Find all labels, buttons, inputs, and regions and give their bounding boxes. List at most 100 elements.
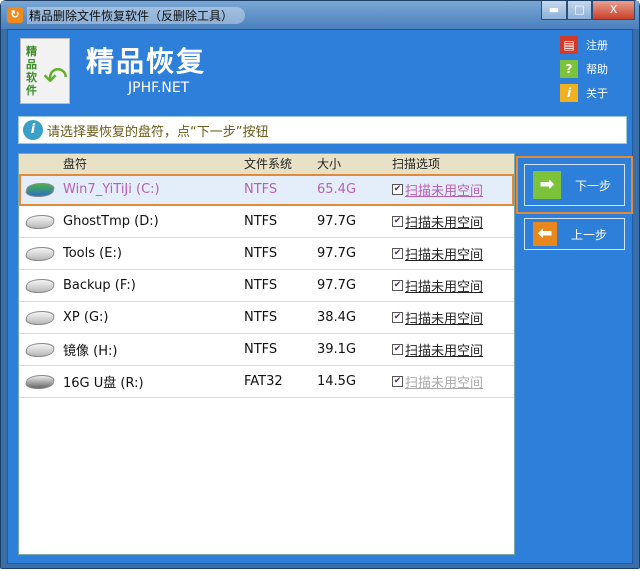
size-cell: 97.7G [317,246,357,261]
drive-icon [24,214,56,229]
prev-button[interactable]: ⬅ 上一步 [524,218,625,250]
filesystem-cell: NTFS [244,214,278,229]
arrow-left-icon: ⬅ [533,222,557,246]
scan-unused-space-link[interactable]: 扫描未用空间 [405,180,483,199]
scan-option-cell: ✔ 扫描未用空间 [392,244,514,263]
drive-cell: Tools (E:) [19,246,244,261]
filesystem-cell: NTFS [244,278,278,293]
scan-option-cell: ✔ 扫描未用空间 [392,276,514,295]
filesystem-cell: NTFS [244,246,278,261]
drive-cell: 镜像 (H:) [19,340,244,359]
drive-name: XP (G:) [63,310,109,325]
drive-name: Backup (F:) [63,278,136,293]
scan-option-cell: ✔ 扫描未用空间 [392,340,514,359]
window-title: 精品删除文件恢复软件（反删除工具） [27,7,246,24]
table-row[interactable]: Backup (F:) NTFS 97.7G ✔ 扫描未用空间 [19,270,514,302]
drive-name: GhostTmp (D:) [63,214,159,229]
size-cell: 14.5G [317,374,357,389]
scan-checkbox[interactable]: ✔ [392,280,403,291]
filesystem-cell: NTFS [244,310,278,325]
minimize-button[interactable]: ▬ [541,1,567,20]
table-row[interactable]: Tools (E:) NTFS 97.7G ✔ 扫描未用空间 [19,238,514,270]
scan-checkbox[interactable]: ✔ [392,216,403,227]
cart-icon: ▤ [560,36,578,54]
table-row[interactable]: 16G U盘 (R:) FAT32 14.5G ✔ 扫描未用空间 [19,366,514,398]
help-link[interactable]: ? 帮助 [560,60,608,78]
arrow-right-icon: ➡ [533,171,561,199]
drive-icon [24,182,56,197]
drive-name: 16G U盘 (R:) [63,376,144,391]
scan-option-cell: ✔ 扫描未用空间 [392,212,514,231]
scan-checkbox[interactable]: ✔ [392,312,403,323]
drive-icon [24,310,56,325]
size-cell: 65.4G [317,182,357,197]
maximize-button[interactable]: □ [567,1,592,20]
filesystem-cell: NTFS [244,182,278,197]
about-link[interactable]: i 关于 [560,84,608,102]
scan-unused-space-link[interactable]: 扫描未用空间 [405,372,483,391]
about-label: 关于 [586,87,608,100]
drive-table: 盘符 文件系统 大小 扫描选项 Win7_YiTiJi (C:) NTFS 65… [18,153,515,555]
instruction-bar: i 请选择要恢复的盘符，点“下一步”按钮 [18,116,627,144]
size-cell: 97.7G [317,278,357,293]
scan-checkbox[interactable]: ✔ [392,376,403,387]
prev-label: 上一步 [571,227,608,242]
drive-name: 镜像 (H:) [63,344,118,359]
scan-unused-space-link[interactable]: 扫描未用空间 [405,276,483,295]
table-header: 盘符 文件系统 大小 扫描选项 [19,154,514,174]
table-row[interactable]: 镜像 (H:) NTFS 39.1G ✔ 扫描未用空间 [19,334,514,366]
register-link[interactable]: ▤ 注册 [560,36,608,54]
scan-unused-space-link[interactable]: 扫描未用空间 [405,212,483,231]
filesystem-cell: NTFS [244,342,278,357]
drive-name: Win7_YiTiJi (C:) [63,182,160,197]
drive-icon [24,246,56,261]
drive-cell: Backup (F:) [19,278,244,293]
help-icon: ? [560,60,578,78]
table-row[interactable]: GhostTmp (D:) NTFS 97.7G ✔ 扫描未用空间 [19,206,514,238]
scan-unused-space-link[interactable]: 扫描未用空间 [405,340,483,359]
arrow-icon: ↶ [43,61,69,96]
app-name: 精品恢复 [86,45,207,78]
scan-checkbox[interactable]: ✔ [392,248,403,259]
instruction-text: 请选择要恢复的盘符，点“下一步”按钮 [47,124,269,140]
drive-cell: Win7_YiTiJi (C:) [19,182,244,197]
scan-option-cell: ✔ 扫描未用空间 [392,372,514,391]
scan-unused-space-link[interactable]: 扫描未用空间 [405,308,483,327]
size-cell: 38.4G [317,310,357,325]
drive-cell: GhostTmp (D:) [19,214,244,229]
drive-icon [24,342,56,357]
filesystem-cell: FAT32 [244,374,283,389]
main-panel: 精品软件 ↶ 精品恢复 JPHF.NET ▤ 注册 ? 帮助 i 关于 i 请选择要恢复的… [7,29,633,564]
drive-cell: XP (G:) [19,310,244,325]
drive-icon [24,374,56,389]
site-url: JPHF.NET [128,80,190,96]
register-label: 注册 [586,39,608,52]
next-button[interactable]: ➡ 下一步 [524,164,625,206]
drive-icon [24,278,56,293]
size-cell: 39.1G [317,342,357,357]
column-size[interactable]: 大小 [317,154,392,174]
size-cell: 97.7G [317,214,357,229]
column-filesystem[interactable]: 文件系统 [244,154,317,174]
app-window: ↻ 精品删除文件恢复软件（反删除工具） ▬ □ X 精品软件 ↶ 精品恢复 JPH… [0,0,640,569]
help-label: 帮助 [586,63,608,76]
logo-text: 精品软件 [26,45,37,97]
title-bar: ↻ 精品删除文件恢复软件（反删除工具） ▬ □ X [1,1,639,29]
info-icon: i [23,120,43,140]
next-label: 下一步 [575,178,612,193]
drive-name: Tools (E:) [63,246,122,261]
scan-checkbox[interactable]: ✔ [392,344,403,355]
scan-option-cell: ✔ 扫描未用空间 [392,308,514,327]
app-logo: 精品软件 ↶ [20,38,70,104]
close-button[interactable]: X [592,1,635,20]
app-icon: ↻ [7,7,23,23]
drive-cell: 16G U盘 (R:) [19,372,244,391]
table-row[interactable]: XP (G:) NTFS 38.4G ✔ 扫描未用空间 [19,302,514,334]
info-icon: i [560,84,578,102]
scan-checkbox[interactable]: ✔ [392,184,403,195]
column-scan-options[interactable]: 扫描选项 [392,154,514,174]
scan-option-cell: ✔ 扫描未用空间 [392,180,514,199]
table-row[interactable]: Win7_YiTiJi (C:) NTFS 65.4G ✔ 扫描未用空间 [19,174,514,206]
column-drive[interactable]: 盘符 [19,154,244,174]
scan-unused-space-link[interactable]: 扫描未用空间 [405,244,483,263]
